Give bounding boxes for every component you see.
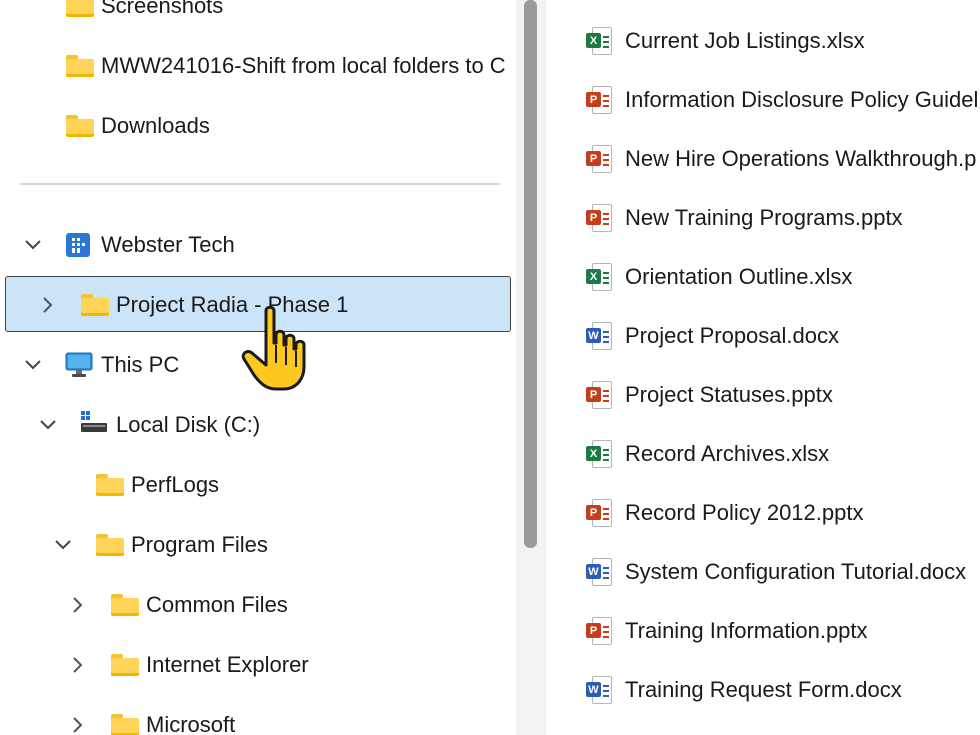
drive-icon (80, 411, 110, 435)
file-item[interactable]: P Information Disclosure Policy Guidel (546, 71, 980, 129)
file-item[interactable]: X Orientation Outline.xlsx (546, 248, 980, 306)
chevron-down-icon[interactable] (22, 354, 44, 376)
excel-file-icon: X (586, 27, 612, 55)
file-name: Record Archives.xlsx (625, 441, 830, 466)
file-name: System Configuration Tutorial.docx (625, 559, 967, 584)
nav-item-label: Screenshots (101, 0, 224, 18)
file-name: New Hire Operations Walkthrough.p (625, 146, 977, 171)
file-item[interactable]: W Training Request Form.docx (546, 661, 980, 719)
chevron-right-icon[interactable] (67, 654, 89, 676)
monitor-icon (65, 352, 95, 377)
word-file-icon: W (586, 558, 612, 586)
nav-item-internet-explorer[interactable]: Internet Explorer (0, 636, 510, 694)
file-name: Project Proposal.docx (625, 323, 839, 348)
folder-icon (111, 654, 139, 676)
nav-item-downloads[interactable]: Downloads (0, 97, 510, 155)
word-file-icon: W (586, 676, 612, 704)
file-name: New Training Programs.pptx (625, 205, 903, 230)
excel-file-icon: X (586, 263, 612, 291)
file-name: Training Request Form.docx (625, 677, 902, 702)
powerpoint-file-icon: P (586, 617, 612, 645)
file-item[interactable]: P New Hire Operations Walkthrough.p (546, 130, 980, 188)
folder-icon (66, 0, 94, 17)
nav-item-webster-tech[interactable]: Webster Tech (0, 216, 510, 274)
folder-icon (66, 55, 94, 77)
nav-item-label: Common Files (146, 592, 288, 617)
nav-item-microsoft[interactable]: Microsoft (0, 696, 510, 735)
nav-separator (20, 183, 500, 185)
excel-file-icon: X (586, 440, 612, 468)
file-name: Project Statuses.pptx (625, 382, 833, 407)
word-file-icon: W (586, 322, 612, 350)
file-item[interactable]: P New Training Programs.pptx (546, 189, 980, 247)
chevron-right-icon[interactable] (37, 294, 59, 316)
nav-item-screenshots[interactable]: Screenshots (0, 0, 510, 35)
chevron-down-icon[interactable] (37, 414, 59, 436)
folder-icon (111, 714, 139, 735)
nav-item-label: Program Files (131, 532, 268, 557)
folder-icon (81, 294, 109, 316)
nav-item-label: MWW241016-Shift from local folders to C (101, 53, 506, 78)
chevron-down-icon[interactable] (52, 534, 74, 556)
nav-item-label: This PC (101, 352, 180, 377)
nav-item-label: Internet Explorer (146, 652, 309, 677)
folder-icon (111, 594, 139, 616)
file-item[interactable]: P Project Statuses.pptx (546, 366, 980, 424)
nav-item-label: Downloads (101, 113, 210, 138)
hand-pointer-icon (240, 305, 312, 397)
file-name: Record Policy 2012.pptx (625, 500, 864, 525)
file-item[interactable]: P Training Information.pptx (546, 602, 980, 660)
nav-item-mww241016[interactable]: MWW241016-Shift from local folders to C (0, 37, 510, 95)
chevron-right-icon[interactable] (67, 714, 89, 735)
powerpoint-file-icon: P (586, 145, 612, 173)
chevron-right-icon[interactable] (67, 594, 89, 616)
file-list: X Current Job Listings.xlsx P Information D… (546, 0, 980, 735)
powerpoint-file-icon: P (586, 499, 612, 527)
folder-icon (66, 115, 94, 137)
powerpoint-file-icon: P (586, 204, 612, 232)
nav-item-common-files[interactable]: Common Files (0, 576, 510, 634)
nav-item-label: Webster Tech (101, 232, 235, 257)
powerpoint-file-icon: P (586, 381, 612, 409)
powerpoint-file-icon: P (586, 86, 612, 114)
folder-icon (96, 474, 124, 496)
nav-item-program-files[interactable]: Program Files (0, 516, 510, 574)
file-item[interactable]: X Current Job Listings.xlsx (546, 12, 980, 70)
file-item[interactable]: P Record Policy 2012.pptx (546, 484, 980, 542)
file-item[interactable]: W Project Proposal.docx (546, 307, 980, 365)
nav-item-label: Project Radia - Phase 1 (116, 292, 349, 317)
file-name: Information Disclosure Policy Guidel (625, 87, 979, 112)
nav-item-label: Microsoft (146, 712, 236, 735)
file-item[interactable]: X Record Archives.xlsx (546, 425, 980, 483)
organization-icon (66, 233, 96, 257)
chevron-down-icon[interactable] (22, 234, 44, 256)
nav-item-perflogs[interactable]: PerfLogs (0, 456, 510, 514)
file-name: Orientation Outline.xlsx (625, 264, 853, 289)
nav-item-local-disk[interactable]: Local Disk (C:) (0, 396, 510, 454)
folder-icon (96, 534, 124, 556)
file-name: Training Information.pptx (625, 618, 868, 643)
nav-item-label: Local Disk (C:) (116, 412, 261, 437)
file-item[interactable]: W System Configuration Tutorial.docx (546, 543, 980, 601)
nav-item-label: PerfLogs (131, 472, 220, 497)
file-name: Current Job Listings.xlsx (625, 28, 865, 53)
scrollbar-thumb[interactable] (524, 0, 537, 548)
